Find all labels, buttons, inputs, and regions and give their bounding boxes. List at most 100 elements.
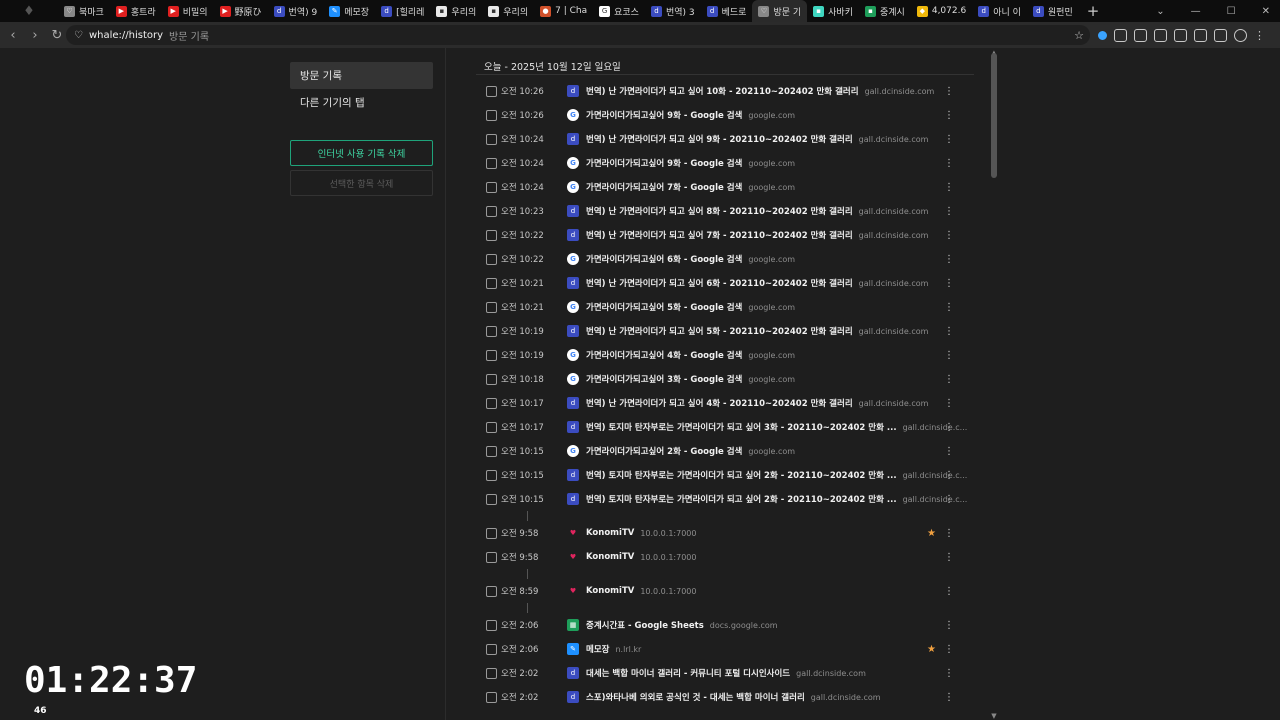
browser-tab[interactable]: ▪ 우리의 [482, 0, 534, 22]
history-row-checkbox[interactable] [486, 585, 497, 597]
history-row-title[interactable]: 대세는 백합 마이너 갤러리 - 커뮤니티 포털 디시인사이드 [586, 667, 790, 679]
download-icon[interactable] [1154, 28, 1167, 42]
history-row-checkbox[interactable] [486, 349, 497, 361]
history-row-checkbox[interactable] [486, 691, 497, 703]
history-row-title[interactable]: KonomiTV [586, 586, 634, 596]
history-row-title[interactable]: 가면라이더가되고싶어 6화 - Google 검색 [586, 253, 742, 265]
history-row-checkbox[interactable] [486, 551, 497, 563]
row-more-menu-icon[interactable]: ⋮ [944, 350, 954, 361]
history-row[interactable]: 오전 10:18 G 가면라이더가되고싶어 3화 - Google 검색 google… [476, 367, 974, 391]
browser-tab[interactable]: d 아니 이 [972, 0, 1027, 22]
browser-tab[interactable]: ▶ 비밀의 [162, 0, 214, 22]
browser-tab[interactable]: d 원펀민 [1027, 0, 1079, 22]
browser-tab[interactable]: ♡ 북마크 [58, 0, 110, 22]
sidebar-item-other-devices[interactable]: 다른 기기의 탭 [290, 89, 433, 116]
browser-tab[interactable]: d 베드로 [701, 0, 753, 22]
history-row[interactable]: 오전 9:58 ♥ KonomiTV 10.0.0.1:7000 ★ ⋮ [476, 521, 974, 545]
browser-tab[interactable]: ♡ 방문 기 [752, 0, 808, 22]
history-row[interactable]: 오전 2:06 ✎ 메모장 n.lrl.kr ★ ⋮ [476, 637, 974, 661]
history-row[interactable]: 오전 10:19 d 번역) 난 가면라이더가 되고 싶어 5화 - 202110~… [476, 319, 974, 343]
row-more-menu-icon[interactable]: ⋮ [944, 446, 954, 457]
history-row-checkbox[interactable] [486, 397, 497, 409]
history-row[interactable]: 오전 10:15 G 가면라이더가되고싶어 2화 - Google 검색 google… [476, 439, 974, 463]
history-row-checkbox[interactable] [486, 421, 497, 433]
history-row-title[interactable]: 중계시간표 - Google Sheets [586, 619, 704, 631]
history-row-checkbox[interactable] [486, 181, 497, 193]
history-row-checkbox[interactable] [486, 85, 497, 97]
history-row-checkbox[interactable] [486, 157, 497, 169]
whale-space-icon[interactable] [1098, 30, 1107, 40]
history-row-title[interactable]: 번역) 난 가면라이더가 되고 싶어 6화 - 202110~202402 만화… [586, 277, 853, 289]
row-more-menu-icon[interactable]: ⋮ [944, 110, 954, 121]
row-more-menu-icon[interactable]: ⋮ [944, 494, 954, 505]
row-more-menu-icon[interactable]: ⋮ [944, 182, 954, 193]
row-more-menu-icon[interactable]: ⋮ [944, 134, 954, 145]
history-row-title[interactable]: 가면라이더가되고싶어 5화 - Google 검색 [586, 301, 742, 313]
history-row-title[interactable]: 번역) 난 가면라이더가 되고 싶어 8화 - 202110~202402 만화… [586, 205, 853, 217]
row-more-menu-icon[interactable]: ⋮ [944, 326, 954, 337]
new-tab-button[interactable]: + [1087, 2, 1100, 20]
history-row-checkbox[interactable] [486, 253, 497, 265]
row-more-menu-icon[interactable]: ⋮ [944, 552, 954, 563]
history-row[interactable]: 오전 10:24 G 가면라이더가되고싶어 9화 - Google 검색 google… [476, 151, 974, 175]
history-row[interactable]: 오전 10:23 d 번역) 난 가면라이더가 되고 싶어 8화 - 202110~… [476, 199, 974, 223]
history-row-checkbox[interactable] [486, 667, 497, 679]
history-row-checkbox[interactable] [486, 445, 497, 457]
history-row-title[interactable]: 가면라이더가되고싶어 9화 - Google 검색 [586, 109, 742, 121]
row-more-menu-icon[interactable]: ⋮ [944, 422, 954, 433]
row-more-menu-icon[interactable]: ⋮ [944, 230, 954, 241]
sidebar-item-history[interactable]: 방문 기록 [290, 62, 433, 89]
history-row[interactable]: 오전 10:17 d 번역) 난 가면라이더가 되고 싶어 4화 - 202110~… [476, 391, 974, 415]
row-more-menu-icon[interactable]: ⋮ [944, 470, 954, 481]
history-row[interactable]: 오전 10:15 d 번역) 토지마 탄자부로는 가면라이더가 되고 싶어 2화 -… [476, 487, 974, 511]
history-row-title[interactable]: 번역) 토지마 탄자부로는 가면라이더가 되고 싶어 3화 - 202110~2… [586, 421, 897, 433]
history-row-title[interactable]: 가면라이더가되고싶어 2화 - Google 검색 [586, 445, 742, 457]
history-row-title[interactable]: 메모장 [586, 643, 609, 655]
browser-tab[interactable]: G 요코스 [593, 0, 645, 22]
row-more-menu-icon[interactable]: ⋮ [944, 158, 954, 169]
history-row[interactable]: 오전 10:24 G 가면라이더가되고싶어 7화 - Google 검색 google… [476, 175, 974, 199]
row-more-menu-icon[interactable]: ⋮ [944, 644, 954, 655]
browser-tab[interactable]: d 번역) 3 [645, 0, 701, 22]
row-more-menu-icon[interactable]: ⋮ [944, 620, 954, 631]
history-row-checkbox[interactable] [486, 301, 497, 313]
row-more-menu-icon[interactable]: ⋮ [944, 528, 954, 539]
profile-icon[interactable] [1234, 28, 1247, 42]
screenshot-icon[interactable] [1114, 28, 1127, 42]
history-row-title[interactable]: 스포)와타나베 의외로 공식인 것 - 대세는 백합 마이너 갤러리 [586, 691, 805, 703]
history-row[interactable]: 오전 10:26 d 번역) 난 가면라이더가 되고 싶어 10화 - 202110… [476, 79, 974, 103]
history-row[interactable]: 오전 10:19 G 가면라이더가되고싶어 4화 - Google 검색 google… [476, 343, 974, 367]
row-more-menu-icon[interactable]: ⋮ [944, 586, 954, 597]
extensions-icon[interactable] [1134, 28, 1147, 42]
history-row-title[interactable]: 번역) 난 가면라이더가 되고 싶어 10화 - 202110~202402 만… [586, 85, 859, 97]
capture-icon[interactable] [1194, 28, 1207, 42]
row-more-menu-icon[interactable]: ⋮ [944, 692, 954, 703]
browser-tab[interactable]: ◆ 4,072.6 [911, 0, 972, 22]
history-row[interactable]: 오전 2:02 d 대세는 백합 마이너 갤러리 - 커뮤니티 포털 디시인사이드 g… [476, 661, 974, 685]
scrollbar[interactable]: ▲ ▼ [990, 49, 998, 720]
history-row[interactable]: 오전 2:06 ▦ 중계시간표 - Google Sheets docs.google… [476, 613, 974, 637]
row-more-menu-icon[interactable]: ⋮ [944, 254, 954, 265]
history-row-title[interactable]: 가면라이더가되고싶어 7화 - Google 검색 [586, 181, 742, 193]
row-more-menu-icon[interactable]: ⋮ [944, 86, 954, 97]
scrollbar-thumb[interactable] [991, 53, 997, 178]
history-row-title[interactable]: KonomiTV [586, 528, 634, 538]
browser-tab[interactable]: ▶ 野原ひ [214, 0, 268, 22]
history-row-checkbox[interactable] [486, 229, 497, 241]
clear-browsing-data-button[interactable]: 인터넷 사용 기록 삭제 [290, 140, 433, 166]
row-more-menu-icon[interactable]: ⋮ [944, 302, 954, 313]
browser-tab[interactable]: ▪ 중계시 [859, 0, 911, 22]
history-row[interactable]: 오전 9:58 ♥ KonomiTV 10.0.0.1:7000 ⋮ [476, 545, 974, 569]
browser-tab[interactable]: ▶ 홍트라 [110, 0, 162, 22]
browser-tab[interactable]: ● 7 | Cha [534, 0, 593, 22]
omnibox[interactable]: ♡ whale://history 방문 기록 ☆ [66, 25, 1090, 45]
history-row[interactable]: 오전 2:02 d 스포)와타나베 의외로 공식인 것 - 대세는 백합 마이너 갤… [476, 685, 974, 709]
delete-selected-button[interactable]: 선택한 항목 삭제 [290, 170, 433, 196]
history-row-title[interactable]: 번역) 난 가면라이더가 되고 싶어 9화 - 202110~202402 만화… [586, 133, 853, 145]
back-button[interactable]: ‹ [2, 28, 24, 43]
history-row-checkbox[interactable] [486, 205, 497, 217]
more-menu-icon[interactable]: ⋮ [1254, 29, 1265, 42]
history-row-title[interactable]: 번역) 난 가면라이더가 되고 싶어 7화 - 202110~202402 만화… [586, 229, 853, 241]
browser-tab[interactable]: d [힐리레 [375, 0, 430, 22]
history-row[interactable]: 오전 10:22 d 번역) 난 가면라이더가 되고 싶어 7화 - 202110~… [476, 223, 974, 247]
